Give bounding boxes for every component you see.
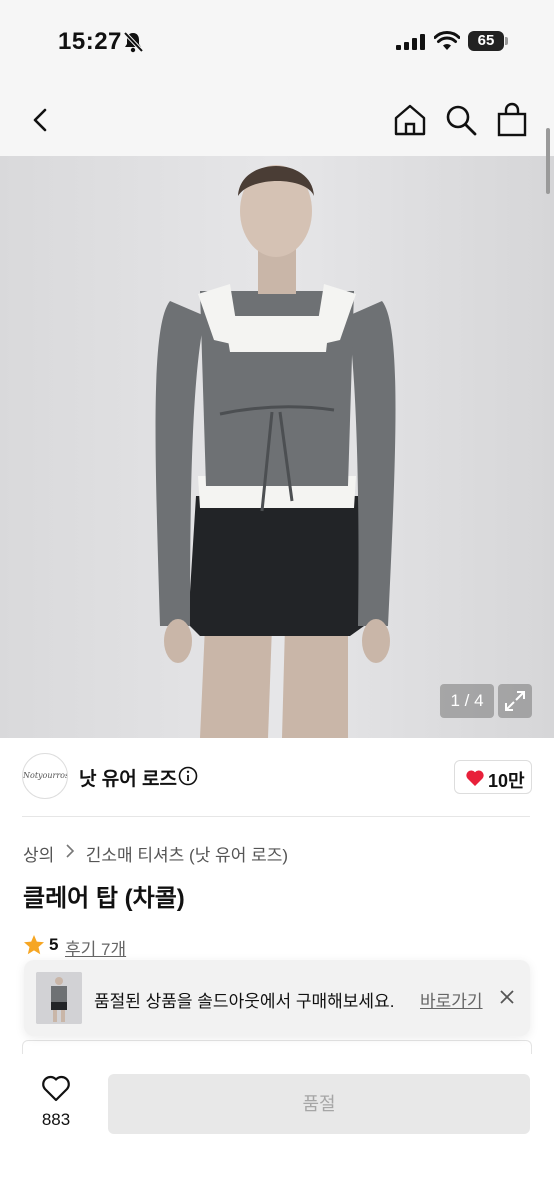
soldout-toast: 품절된 상품을 솔드아웃에서 구매해보세요. 바로가기 [24,960,530,1036]
bottom-action-bar: 883 품절 [0,1054,554,1200]
soldout-button[interactable]: 품절 [108,1074,530,1134]
star-icon [24,935,44,955]
shop-like-button[interactable]: 10만 [454,760,532,794]
reviews-link[interactable]: 후기 7개 [65,935,126,960]
home-icon[interactable] [392,102,428,138]
bell-muted-icon [123,31,144,53]
breadcrumb-subcategory[interactable]: 긴소매 티셔츠 (낫 유어 로즈) [86,846,288,865]
rating-score: 5 [49,935,59,954]
breadcrumb-category[interactable]: 상의 [23,846,54,865]
expand-arrows-icon [505,691,525,711]
shopping-bag-icon[interactable] [495,102,529,138]
status-time: 15:27 [58,28,122,55]
info-icon[interactable] [178,766,198,786]
toast-product-thumbnail [36,972,82,1024]
product-title: 클레어 탑 (차콜) [23,885,185,912]
wishlist-button[interactable]: 883 [30,1074,82,1130]
product-photo-illustration [0,156,554,738]
wishlist-count: 883 [41,1110,71,1129]
heart-outline-icon [42,1075,70,1102]
status-bar: 15:27 65 [0,0,554,84]
shop-like-count: 10만 [488,771,525,791]
shop-name[interactable]: 낫 유어 로즈 [79,764,177,791]
navigation-bar [0,84,554,156]
image-counter: 1 / 4 [440,684,494,718]
product-image[interactable] [0,156,554,738]
close-icon[interactable] [498,988,516,1006]
heart-filled-icon [466,770,484,786]
page-scrollbar[interactable] [546,128,550,194]
toast-shortcut-link[interactable]: 바로가기 [420,987,483,1012]
chevron-right-icon [66,844,75,858]
shop-row[interactable]: Notyourrose 낫 유어 로즈 10만 [0,738,554,816]
cellular-signal-icon [396,34,425,50]
breadcrumb: 상의 긴소매 티셔츠 (낫 유어 로즈) [23,841,288,866]
battery-tip [505,37,508,45]
expand-icon[interactable] [498,684,532,718]
toast-message: 품절된 상품을 솔드아웃에서 구매해보세요. [94,992,395,1011]
chevron-left-icon[interactable] [26,104,56,136]
thumbnail-illustration [36,972,82,1024]
wifi-icon [434,31,460,50]
shop-avatar[interactable]: Notyourrose [22,753,68,799]
search-icon[interactable] [444,103,478,137]
battery-indicator: 65 [468,31,504,51]
section-divider [22,816,530,817]
